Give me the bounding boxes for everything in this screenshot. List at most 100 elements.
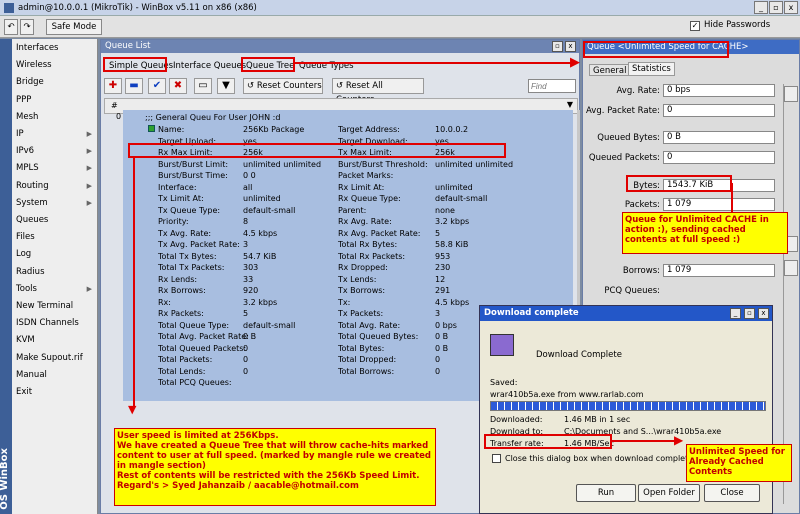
dialog-close-button[interactable]: Close	[704, 484, 760, 502]
tab-statistics[interactable]: Statistics	[628, 62, 675, 76]
add-icon[interactable]: ✚	[104, 78, 122, 94]
sidebar-item-interfaces[interactable]: Interfaces	[16, 41, 96, 56]
tab-general[interactable]: General	[589, 64, 631, 76]
stat-value: 0 B	[243, 332, 257, 341]
sidebar-menu: Interfaces Wireless Bridge PPP Mesh IP ▶ IPv6 ▶ M…	[0, 39, 98, 514]
restore-icon[interactable]: ▫	[552, 41, 563, 52]
sidebar-item-bridge[interactable]: Bridge	[16, 75, 96, 90]
stat-value: 0	[243, 343, 249, 353]
remove-icon[interactable]: ▬	[125, 78, 143, 94]
sidebar-item-label: IP	[16, 129, 24, 139]
sidebar-item-label: Make Supout.rif	[16, 352, 83, 363]
field-value: 0 bps	[663, 84, 775, 97]
minimize-button[interactable]: _	[754, 1, 768, 14]
stat-value: 10.0.0.2	[435, 125, 469, 134]
close-icon[interactable]: x	[565, 41, 576, 52]
stat-value: 5	[435, 228, 441, 238]
tab-interface-queues[interactable]: Interface Queues	[170, 60, 249, 72]
redo-icon[interactable]: ↷	[20, 19, 34, 35]
open-folder-button[interactable]: Open Folder	[638, 484, 700, 502]
field-value: 0 B	[663, 131, 775, 144]
sidebar-item-queues[interactable]: Queues	[16, 213, 96, 228]
sidebar-item-tools[interactable]: Tools ▶	[16, 282, 96, 297]
close-button[interactable]: x	[784, 1, 798, 14]
queue-comment: ;;; General Queu For User JOHN :d	[145, 113, 281, 122]
sidebar-item-exit[interactable]: Exit	[16, 385, 96, 400]
stat-value: all	[243, 182, 253, 192]
run-button[interactable]: Run	[576, 484, 636, 502]
stat-label: Name:	[158, 125, 185, 134]
stat-label: Total Avg. Rate:	[338, 320, 401, 330]
sidebar-item-new-terminal[interactable]: New Terminal	[16, 299, 96, 314]
sidebar-item-ipv6[interactable]: IPv6 ▶	[16, 144, 96, 159]
dialog-maximize-icon[interactable]: ▫	[744, 308, 755, 319]
sidebar-item-make-supout-rif[interactable]: Make Supout.rif	[16, 351, 96, 366]
hide-passwords-label: Hide Passwords	[704, 20, 771, 30]
reset-all-counters-button[interactable]: ↺ Reset All Counters	[332, 78, 424, 105]
sidebar-item-isdn-channels[interactable]: ISDN Channels	[16, 316, 96, 331]
arrow-line-right	[612, 440, 678, 442]
dialog-close-icon[interactable]: x	[758, 308, 769, 319]
sidebar-item-kvm[interactable]: KVM	[16, 333, 96, 348]
sidebar-item-files[interactable]: Files	[16, 230, 96, 245]
stat-value: 0	[435, 355, 441, 364]
sidebar-item-wireless[interactable]: Wireless	[16, 58, 96, 73]
sidebar-item-ppp[interactable]: PPP	[16, 93, 96, 108]
sidebar-item-manual[interactable]: Manual	[16, 368, 96, 383]
sidebar-item-routing[interactable]: Routing ▶	[16, 179, 96, 194]
window-title: admin@10.0.0.1 (MikroTik) - WinBox v5.11…	[18, 2, 257, 13]
side-button-b[interactable]	[784, 260, 798, 276]
submenu-arrow-icon: ▶	[86, 130, 92, 138]
sidebar-item-label: ISDN Channels	[16, 318, 79, 329]
stat-label: Packet Marks:	[338, 171, 394, 180]
stat-label: Tx Limit At:	[158, 194, 204, 203]
stat-value: 0 B	[435, 332, 449, 341]
close-when-complete-checkbox[interactable]	[492, 454, 501, 463]
stat-label: Rx Dropped:	[338, 263, 388, 272]
column-dropdown-icon[interactable]: ▼	[567, 100, 573, 109]
sidebar-item-log[interactable]: Log	[16, 247, 96, 262]
sidebar-item-mpls[interactable]: MPLS ▶	[16, 161, 96, 176]
safe-mode-button[interactable]: Safe Mode	[46, 19, 102, 35]
sidebar-item-mesh[interactable]: Mesh	[16, 110, 96, 125]
stat-label: Priority:	[158, 217, 189, 226]
stat-label: Rx Borrows:	[158, 286, 206, 295]
row-index: 0	[116, 112, 122, 121]
stat-value: 5	[243, 309, 249, 318]
maximize-button[interactable]: ▫	[769, 1, 783, 14]
sidebar-item-ip[interactable]: IP ▶	[16, 127, 96, 142]
download-progress-bar	[490, 401, 766, 411]
sidebar-item-radius[interactable]: Radius	[16, 265, 96, 280]
sidebar-item-system[interactable]: System ▶	[16, 196, 96, 211]
stat-value: unlimited unlimited	[243, 159, 322, 169]
sidebar-item-label: Mesh	[16, 111, 39, 122]
reset-counters-button[interactable]: ↺ Reset Counters	[243, 78, 323, 94]
download-dialog: Download complete _ ▫ x Download Complet…	[479, 305, 773, 514]
disable-icon[interactable]: ✖	[169, 78, 187, 94]
field-value: 1 079	[663, 198, 775, 211]
column-hash[interactable]: #	[111, 101, 118, 110]
submenu-arrow-icon: ▶	[86, 181, 92, 190]
stat-value: default-small	[243, 320, 296, 330]
dialog-minimize-icon[interactable]: _	[730, 308, 741, 319]
submenu-arrow-icon: ▶	[86, 198, 92, 207]
field-value: 1 079	[663, 264, 775, 277]
field-label: Queued Bytes:	[597, 133, 660, 143]
ok-button[interactable]	[784, 86, 798, 102]
stat-value: 0 0	[243, 171, 256, 180]
arrow-head-down: ▼	[128, 403, 137, 416]
stat-label: Parent:	[338, 205, 367, 215]
stat-value: none	[435, 205, 455, 215]
sidebar-item-label: Wireless	[16, 60, 52, 71]
comment-icon[interactable]: ▭	[194, 78, 212, 94]
undo-icon[interactable]: ↶	[4, 19, 18, 35]
stat-value: 291	[435, 286, 451, 295]
filter-icon[interactable]: ▼	[217, 78, 235, 94]
stat-value: 0	[243, 355, 249, 364]
enable-icon[interactable]: ✔	[148, 78, 166, 94]
hide-passwords-checkbox[interactable]: ✓	[690, 21, 700, 31]
window-titlebar: admin@10.0.0.1 (MikroTik) - WinBox v5.11…	[0, 0, 800, 16]
sidebar-item-label: IPv6	[16, 146, 35, 157]
find-input[interactable]	[528, 79, 576, 93]
stat-label: Tx Packets:	[338, 309, 384, 318]
